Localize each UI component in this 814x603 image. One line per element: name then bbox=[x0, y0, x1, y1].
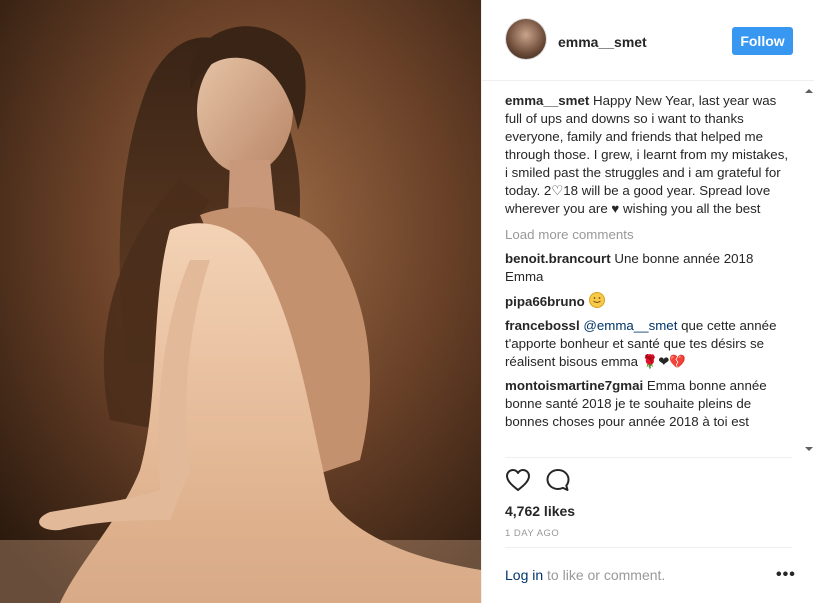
comment-item: francebossl @emma__smet que cette année … bbox=[505, 317, 793, 371]
caption-author[interactable]: emma__smet bbox=[505, 93, 589, 108]
comment-mention[interactable]: @emma__smet bbox=[583, 318, 677, 333]
comments-scrollbar[interactable] bbox=[803, 81, 814, 457]
header-username[interactable]: emma__smet bbox=[558, 34, 647, 50]
post-photo-illustration bbox=[0, 0, 481, 603]
scroll-down-icon[interactable] bbox=[805, 445, 813, 453]
post-side-panel: emma__smet Follow emma__smet Happy New Y… bbox=[481, 0, 814, 603]
comment-author[interactable]: montoismartine7gmai bbox=[505, 378, 643, 393]
likes-count[interactable]: 4,762 likes bbox=[505, 503, 575, 519]
post-header: emma__smet Follow bbox=[482, 0, 814, 81]
comment-author[interactable]: francebossl bbox=[505, 318, 580, 333]
follow-button[interactable]: Follow bbox=[732, 27, 793, 55]
post-time[interactable]: 1 DAY AGO bbox=[505, 528, 559, 539]
divider bbox=[505, 547, 792, 548]
scrollbar-thumb[interactable] bbox=[806, 101, 812, 441]
load-more-comments[interactable]: Load more comments bbox=[505, 226, 793, 244]
comment-author[interactable]: pipa66bruno bbox=[505, 294, 585, 309]
heart-icon[interactable] bbox=[505, 468, 531, 497]
login-prompt: Log in to like or comment. bbox=[505, 567, 665, 583]
avatar[interactable] bbox=[506, 19, 546, 59]
comment-icon[interactable] bbox=[545, 468, 571, 497]
caption-text: Happy New Year, last year was full of up… bbox=[505, 93, 789, 216]
smile-emoji-icon bbox=[588, 292, 605, 308]
login-link[interactable]: Log in bbox=[505, 567, 543, 583]
scroll-up-icon[interactable] bbox=[805, 87, 813, 95]
post-photo[interactable] bbox=[0, 0, 481, 603]
login-suffix: to like or comment. bbox=[543, 567, 666, 583]
comment-item: montoismartine7gmai Emma bonne année bon… bbox=[505, 377, 793, 431]
comment-item: benoit.brancourt Une bonne année 2018 Em… bbox=[505, 250, 793, 286]
caption: emma__smet Happy New Year, last year was… bbox=[505, 92, 793, 218]
divider bbox=[505, 457, 792, 458]
more-options-icon[interactable]: ••• bbox=[776, 567, 796, 583]
comment-item: pipa66bruno bbox=[505, 292, 793, 311]
comments-list[interactable]: emma__smet Happy New Year, last year was… bbox=[505, 92, 793, 454]
comment-author[interactable]: benoit.brancourt bbox=[505, 251, 611, 266]
